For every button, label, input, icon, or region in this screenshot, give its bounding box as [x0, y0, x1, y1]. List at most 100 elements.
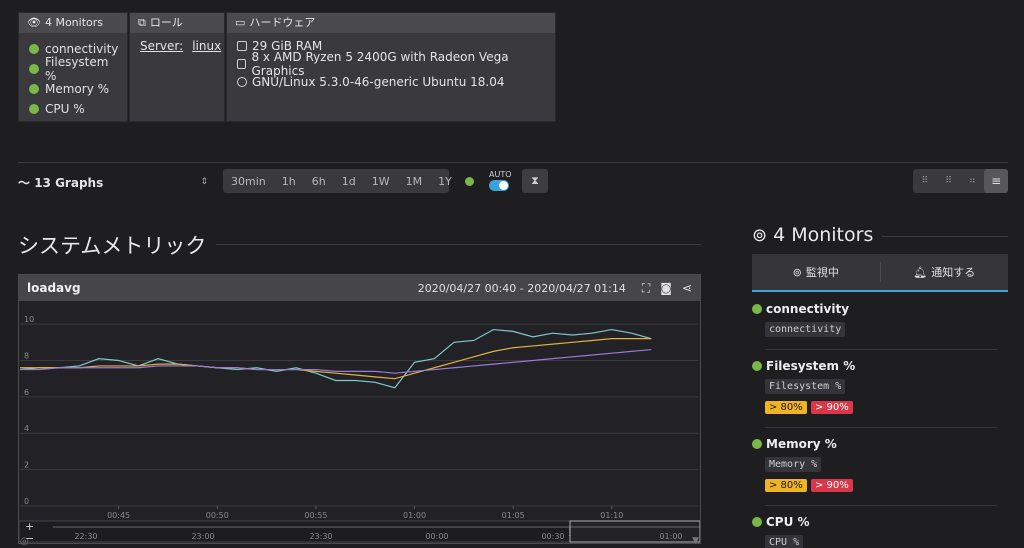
monitors-panel-header: 👁 4 Monitors — [19, 13, 127, 33]
tab-notify[interactable]: 🔔︎ 通知する — [881, 254, 1009, 290]
time-range-6h[interactable]: 6h — [304, 175, 334, 188]
critical-threshold-badge: > 90% — [811, 401, 853, 414]
monitor-name: Filesystem % — [766, 359, 856, 373]
graph-icon: 〜 — [18, 175, 31, 190]
chart-plot[interactable]: 024681000:45 00:50 00:55 01:00 01:05 01:10+− 2… — [19, 301, 700, 543]
auto-refresh-toggle[interactable] — [489, 180, 509, 191]
monitor-title[interactable]: Filesystem % — [752, 359, 855, 373]
cpu-icon — [237, 59, 247, 69]
graphs-selector[interactable]: 〜 13 Graphs ⇕ — [18, 174, 208, 190]
warning-threshold-badge: > 80% — [765, 401, 807, 414]
summary-monitor-item[interactable]: Memory % — [29, 79, 117, 99]
status-ok-icon — [29, 84, 39, 94]
monitor-title[interactable]: Memory % — [752, 437, 837, 451]
time-range-selector: 30min 1h 6h 1d 1W 1M 1Y — [223, 169, 452, 193]
time-range-1w[interactable]: 1W — [364, 175, 398, 188]
y-tick-label: 8 — [24, 351, 29, 360]
x-tick-label: 01:00 — [403, 511, 426, 520]
monitor-separator — [765, 349, 997, 350]
tab-watching[interactable]: ⊚ 監視中 — [752, 262, 881, 282]
summary-monitor-label: connectivity — [45, 42, 119, 56]
y-tick-label: 10 — [24, 315, 34, 324]
toolbar-divider — [18, 162, 1008, 163]
bell-icon: 🔔︎ — [913, 265, 928, 279]
binoculars-icon: ⊚ — [792, 265, 802, 279]
server-label: Server: — [140, 39, 184, 53]
role-icon: ⧉ — [138, 16, 146, 29]
graph-footer: ◎ ▼ — [18, 536, 701, 548]
hardware-icon: ▭ — [235, 16, 246, 29]
memory-icon — [237, 41, 247, 51]
dropdown-arrow-icon[interactable]: ▼ — [692, 536, 699, 546]
status-ok-icon — [29, 64, 39, 74]
hardware-panel: ▭ ハードウェア 29 GiB RAM 8 x AMD Ryzen 5 2400… — [226, 12, 556, 122]
status-ok-icon — [752, 304, 762, 314]
critical-threshold-badge: > 90% — [811, 479, 853, 492]
monitor-separator — [765, 427, 997, 428]
camera-icon[interactable]: ◙ — [660, 281, 672, 295]
role-panel-header: ⧉ ロール — [130, 13, 224, 33]
summary-monitor-label: Memory % — [45, 82, 110, 96]
status-ok-icon — [752, 361, 762, 371]
time-range-1m[interactable]: 1M — [398, 175, 431, 188]
title-rule — [216, 244, 701, 245]
monitors-panel-title: 4 Monitors — [44, 16, 104, 29]
binoculars-icon: ⊚ — [752, 224, 768, 246]
time-range-30min[interactable]: 30min — [223, 175, 274, 188]
auto-label: AUTO — [489, 170, 512, 179]
summary-monitor-label: CPU % — [45, 102, 85, 116]
status-ok-icon — [29, 104, 39, 114]
hardware-panel-title: ハードウェア — [249, 16, 316, 29]
layout-2col-icon[interactable]: ⠶ — [961, 169, 985, 193]
y-tick-label: 2 — [24, 461, 29, 470]
hw-cpu: 8 x AMD Ryzen 5 2400G with Radeon Vega G… — [251, 50, 509, 78]
right-title: ⊚ 4 Monitors — [752, 224, 873, 246]
drag-handle-icon[interactable]: ⋮ — [565, 528, 574, 538]
right-monitors-title: 4 Monitors — [773, 224, 874, 246]
time-range-1d[interactable]: 1d — [334, 175, 364, 188]
zoom-reset-button[interactable]: ⧗ — [522, 169, 548, 193]
summary-monitor-label: Filesystem % — [45, 55, 109, 83]
tab-watching-label: 監視中 — [805, 266, 839, 279]
summary-monitor-item[interactable]: Filesystem % — [29, 55, 117, 83]
time-range-1h[interactable]: 1h — [274, 175, 304, 188]
x-tick-label: 00:45 — [107, 511, 130, 520]
role-body: Server: linux — [130, 33, 224, 61]
monitor-metric-code: CPU % — [765, 535, 804, 548]
right-title-rule — [882, 236, 1008, 237]
share-icon[interactable]: ⋖ — [682, 281, 692, 295]
monitor-metric-code: Filesystem % — [765, 379, 846, 394]
monitor-name: connectivity — [766, 302, 850, 316]
graph-time-range: 2020/04/27 00:40 - 2020/04/27 01:14 — [417, 281, 626, 295]
monitor-separator — [765, 505, 997, 506]
layout-switcher: ⠿ ⠿ ⠶ ≡ — [913, 169, 1008, 193]
layout-3col-icon[interactable]: ⠿ — [937, 169, 961, 193]
layout-1col-icon[interactable]: ≡ — [984, 169, 1008, 193]
role-panel-title: ロール — [149, 16, 183, 29]
x-tick-label: 00:50 — [206, 511, 229, 520]
status-ok-icon — [752, 439, 762, 449]
monitor-metric-code: connectivity — [765, 322, 846, 337]
server-link[interactable]: linux — [192, 39, 221, 53]
series-line-3 — [20, 348, 652, 374]
info-icon[interactable]: ◎ — [20, 536, 29, 547]
monitor-title[interactable]: CPU % — [752, 515, 810, 529]
warning-threshold-badge: > 80% — [765, 479, 807, 492]
time-range-1y[interactable]: 1Y — [430, 175, 460, 188]
x-tick-label: 01:05 — [502, 511, 525, 520]
summary-monitor-item[interactable]: CPU % — [29, 99, 117, 119]
hw-os: GNU/Linux 5.3.0-46-generic Ubuntu 18.04 — [252, 75, 505, 89]
y-tick-label: 6 — [24, 388, 29, 397]
status-ok-icon — [752, 517, 762, 527]
role-panel: ⧉ ロール Server: linux — [129, 12, 225, 122]
layout-4col-icon[interactable]: ⠿ — [913, 169, 937, 193]
expand-icon[interactable]: ⛶ — [642, 281, 650, 296]
monitor-tabs: ⊚ 監視中 🔔︎ 通知する — [752, 254, 1008, 292]
y-tick-label: 0 — [24, 497, 29, 506]
monitor-title[interactable]: connectivity — [752, 302, 849, 316]
page-title: システムメトリック — [18, 234, 207, 258]
binoculars-icon: 👁 — [27, 16, 41, 29]
hardware-body: 29 GiB RAM 8 x AMD Ryzen 5 2400G with Ra… — [227, 33, 555, 97]
graph-title[interactable]: loadavg — [27, 281, 81, 295]
tab-notify-label: 通知する — [931, 266, 976, 279]
